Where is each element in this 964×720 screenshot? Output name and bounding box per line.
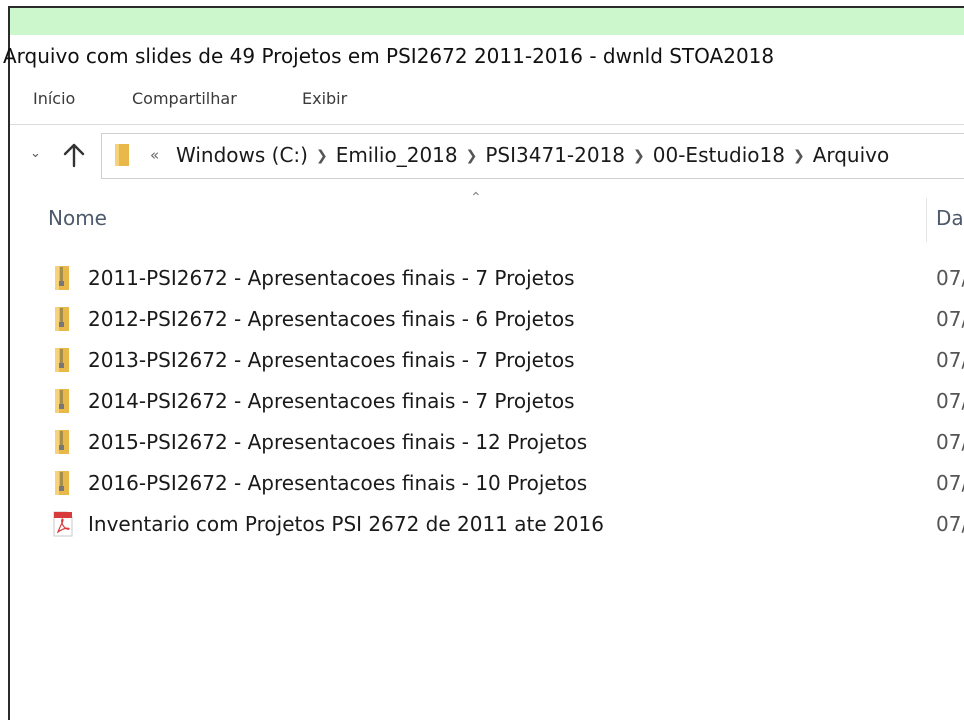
column-header-row: ⌃ Nome Da (10, 190, 964, 248)
crumb-psi3471-2018[interactable]: PSI3471-2018 (485, 143, 625, 167)
list-item[interactable]: 2014-PSI2672 - Apresentacoes finais - 7 … (10, 381, 964, 422)
ribbon-divider (10, 124, 964, 125)
chevron-right-icon[interactable]: ❯ (316, 148, 328, 164)
folder-icon (115, 144, 129, 166)
up-arrow-icon[interactable] (62, 142, 86, 168)
zip-folder-icon (55, 307, 69, 331)
tab-exibir[interactable]: Exibir (302, 89, 347, 108)
list-item[interactable]: 2016-PSI2672 - Apresentacoes finais - 10… (10, 463, 964, 504)
chevron-right-icon[interactable]: ❯ (793, 148, 805, 164)
tab-compartilhar[interactable]: Compartilhar (132, 89, 237, 108)
zip-folder-icon (55, 430, 69, 454)
file-name: 2013-PSI2672 - Apresentacoes finais - 7 … (88, 348, 575, 372)
crumb-00-estudio18[interactable]: 00-Estudio18 (653, 143, 785, 167)
zip-folder-icon (55, 389, 69, 413)
file-date: 07/ (936, 307, 964, 331)
file-list: 2011-PSI2672 - Apresentacoes finais - 7 … (10, 258, 964, 545)
file-name: 2011-PSI2672 - Apresentacoes finais - 7 … (88, 266, 575, 290)
zip-folder-icon (55, 348, 69, 372)
column-header-name[interactable]: Nome (48, 206, 107, 230)
chevron-right-icon[interactable]: ❯ (466, 148, 478, 164)
file-name: 2014-PSI2672 - Apresentacoes finais - 7 … (88, 389, 575, 413)
crumb-windows-c[interactable]: Windows (C:) (176, 143, 308, 167)
list-item[interactable]: Inventario com Projetos PSI 2672 de 2011… (10, 504, 964, 545)
column-divider[interactable] (926, 198, 927, 242)
crumb-emilio-2018[interactable]: Emilio_2018 (336, 143, 458, 167)
list-item[interactable]: 2011-PSI2672 - Apresentacoes finais - 7 … (10, 258, 964, 299)
title-bar-highlight (10, 6, 964, 35)
file-date: 07/ (936, 471, 964, 495)
file-date: 07/ (936, 512, 964, 536)
breadcrumb: Windows (C:) ❯ Emilio_2018 ❯ PSI3471-2018 ❯ 00… (176, 143, 889, 167)
sort-ascending-icon: ⌃ (470, 190, 482, 206)
crumb-arquivo[interactable]: Arquivo (813, 143, 890, 167)
recent-locations-chevron-icon[interactable]: ⌄ (30, 146, 41, 161)
tab-inicio[interactable]: Início (33, 89, 75, 108)
file-date: 07/ (936, 348, 964, 372)
file-date: 07/ (936, 266, 964, 290)
zip-folder-icon (55, 266, 69, 290)
file-name: 2015-PSI2672 - Apresentacoes finais - 12… (88, 430, 588, 454)
pdf-icon (53, 511, 73, 537)
list-item[interactable]: 2013-PSI2672 - Apresentacoes finais - 7 … (10, 340, 964, 381)
column-header-date[interactable]: Da (936, 206, 964, 230)
window-title: Arquivo com slides de 49 Projetos em PSI… (3, 44, 775, 68)
address-bar[interactable]: « Windows (C:) ❯ Emilio_2018 ❯ PSI3471-2018 ❯… (101, 133, 964, 179)
chevron-right-icon[interactable]: ❯ (633, 148, 645, 164)
file-name: Inventario com Projetos PSI 2672 de 2011… (88, 512, 604, 536)
address-overflow-icon[interactable]: « (150, 146, 159, 164)
file-name: 2016-PSI2672 - Apresentacoes finais - 10… (88, 471, 588, 495)
zip-folder-icon (55, 471, 69, 495)
list-item[interactable]: 2015-PSI2672 - Apresentacoes finais - 12… (10, 422, 964, 463)
file-date: 07/ (936, 389, 964, 413)
list-item[interactable]: 2012-PSI2672 - Apresentacoes finais - 6 … (10, 299, 964, 340)
file-date: 07/ (936, 430, 964, 454)
file-name: 2012-PSI2672 - Apresentacoes finais - 6 … (88, 307, 575, 331)
